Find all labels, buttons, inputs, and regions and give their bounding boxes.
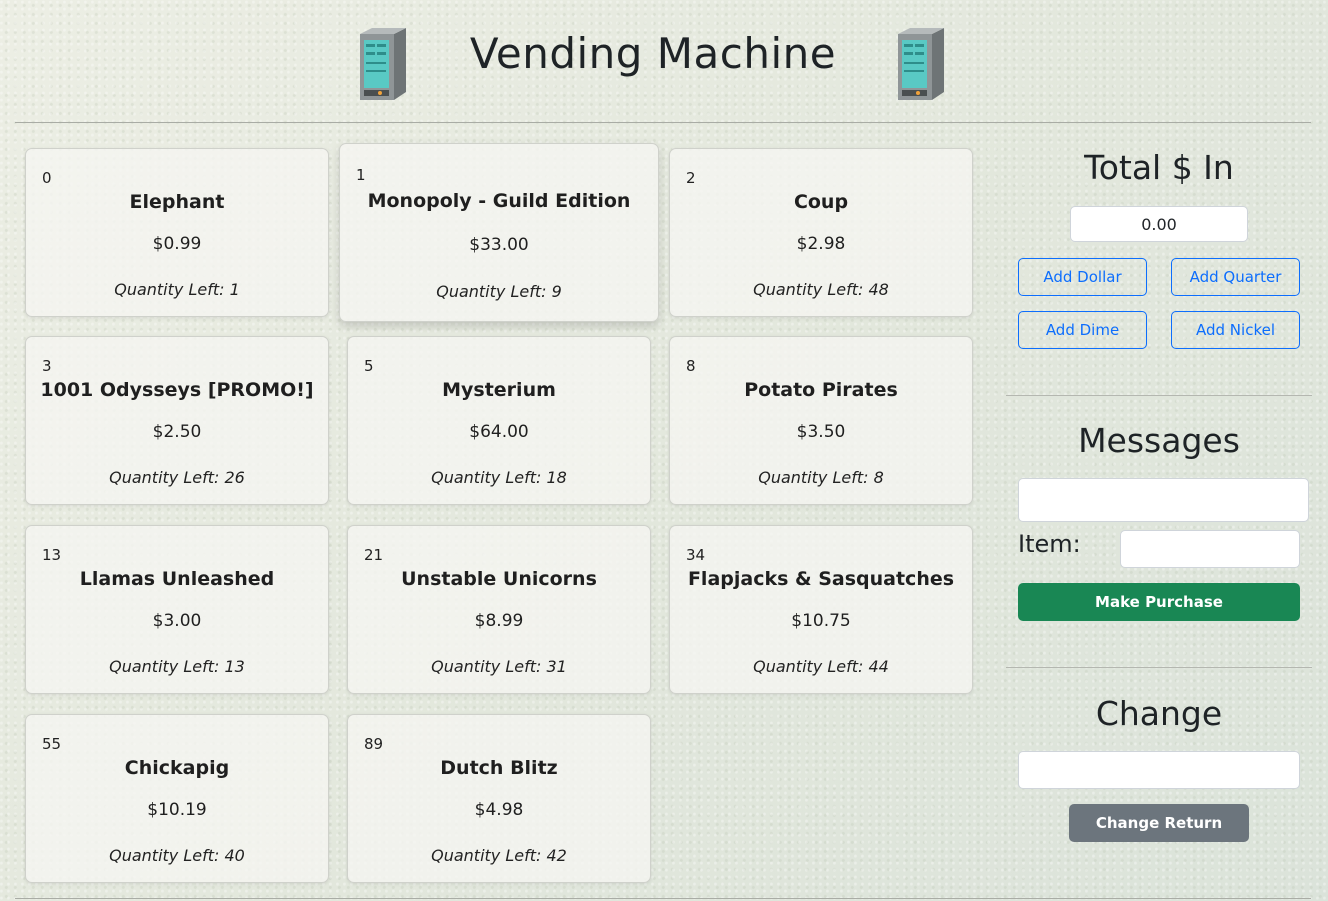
- make-purchase-button[interactable]: Make Purchase: [1018, 583, 1300, 621]
- item-card[interactable]: 0 Elephant $0.99 Quantity Left: 1: [25, 148, 329, 317]
- item-card[interactable]: 21 Unstable Unicorns $8.99 Quantity Left…: [347, 525, 651, 694]
- item-quantity: Quantity Left: 18: [431, 468, 567, 487]
- item-quantity: Quantity Left: 26: [109, 468, 245, 487]
- messages-divider: [1006, 667, 1312, 668]
- item-card[interactable]: 2 Coup $2.98 Quantity Left: 48: [669, 148, 973, 317]
- header-divider: [15, 122, 1311, 123]
- item-id: 5: [364, 357, 374, 375]
- item-id: 89: [364, 735, 384, 753]
- item-name: Unstable Unicorns: [401, 568, 597, 590]
- item-id: 55: [42, 735, 62, 753]
- item-quantity: Quantity Left: 44: [753, 657, 889, 676]
- money-divider: [1006, 395, 1312, 396]
- item-name: Coup: [793, 191, 849, 213]
- item-quantity: Quantity Left: 13: [109, 657, 245, 676]
- item-id: 3: [42, 357, 52, 375]
- item-price: $2.50: [152, 422, 202, 442]
- item-quantity: Quantity Left: 1: [114, 280, 240, 299]
- item-id: 0: [42, 169, 52, 187]
- change-return-button[interactable]: Change Return: [1069, 804, 1249, 842]
- item-card[interactable]: 13 Llamas Unleashed $3.00 Quantity Left:…: [25, 525, 329, 694]
- item-id: 8: [686, 357, 696, 375]
- messages-heading: Messages: [1078, 421, 1240, 460]
- item-price: $2.98: [796, 234, 846, 254]
- item-id: 34: [686, 546, 706, 564]
- header-right-machine-icon: [898, 28, 946, 100]
- footer-divider: [15, 898, 1311, 899]
- page-title: Vending Machine: [469, 29, 837, 78]
- item-id: 13: [42, 546, 62, 564]
- add-dollar-button[interactable]: Add Dollar: [1018, 258, 1147, 296]
- item-field[interactable]: [1120, 530, 1300, 568]
- item-name: Flapjacks & Sasquatches: [687, 568, 955, 590]
- item-quantity: Quantity Left: 42: [431, 846, 567, 865]
- item-card[interactable]: 3 1001 Odysseys [PROMO!] $2.50 Quantity …: [25, 336, 329, 505]
- item-price: $0.99: [152, 234, 202, 254]
- item-name: Chickapig: [124, 757, 230, 779]
- item-name: Elephant: [129, 191, 225, 213]
- item-card[interactable]: 34 Flapjacks & Sasquatches $10.75 Quanti…: [669, 525, 973, 694]
- add-nickel-button[interactable]: Add Nickel: [1171, 311, 1300, 349]
- item-price: $10.75: [791, 611, 851, 631]
- change-field[interactable]: [1018, 751, 1300, 789]
- item-quantity: Quantity Left: 9: [436, 282, 562, 301]
- total-money-field[interactable]: [1070, 206, 1248, 242]
- item-name: Llamas Unleashed: [79, 568, 275, 590]
- add-dime-button[interactable]: Add Dime: [1018, 311, 1147, 349]
- item-price: $3.50: [796, 422, 846, 442]
- messages-field[interactable]: [1018, 478, 1309, 522]
- item-price: $4.98: [474, 800, 524, 820]
- total-heading: Total $ In: [1084, 148, 1234, 187]
- change-heading: Change: [1095, 694, 1223, 733]
- item-name: Dutch Blitz: [440, 757, 558, 779]
- item-card[interactable]: 5 Mysterium $64.00 Quantity Left: 18: [347, 336, 651, 505]
- item-id: 21: [364, 546, 384, 564]
- item-id: 1: [356, 166, 366, 184]
- item-quantity: Quantity Left: 8: [758, 468, 884, 487]
- item-name: 1001 Odysseys [PROMO!]: [40, 379, 314, 401]
- item-card[interactable]: 89 Dutch Blitz $4.98 Quantity Left: 42: [347, 714, 651, 883]
- vending-machine-icon: [898, 28, 944, 100]
- item-price: $10.19: [147, 800, 207, 820]
- item-label: Item:: [1018, 530, 1081, 558]
- item-name: Mysterium: [442, 379, 556, 401]
- add-quarter-button[interactable]: Add Quarter: [1171, 258, 1300, 296]
- item-price: $3.00: [152, 611, 202, 631]
- item-name: Monopoly - Guild Edition: [367, 190, 631, 212]
- item-quantity: Quantity Left: 31: [431, 657, 567, 676]
- item-price: $8.99: [474, 611, 524, 631]
- item-name: Potato Pirates: [744, 379, 898, 401]
- item-card-hovered[interactable]: 1 Monopoly - Guild Edition $33.00 Quanti…: [339, 143, 659, 322]
- item-id: 2: [686, 169, 696, 187]
- item-quantity: Quantity Left: 40: [109, 846, 245, 865]
- item-card[interactable]: 8 Potato Pirates $3.50 Quantity Left: 8: [669, 336, 973, 505]
- item-quantity: Quantity Left: 48: [753, 280, 889, 299]
- item-card[interactable]: 55 Chickapig $10.19 Quantity Left: 40: [25, 714, 329, 883]
- item-price: $64.00: [469, 422, 529, 442]
- item-price: $33.00: [469, 235, 529, 255]
